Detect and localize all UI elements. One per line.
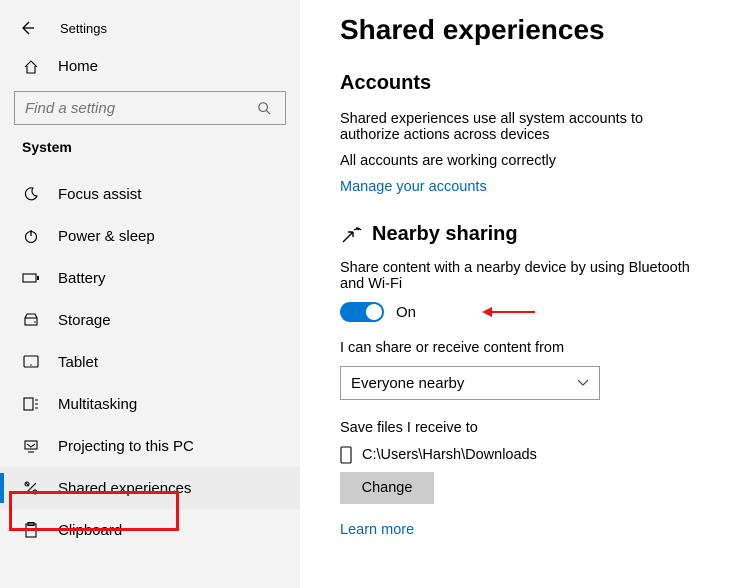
- nav-label: Clipboard: [58, 522, 122, 539]
- search-field[interactable]: [14, 91, 286, 125]
- receive-dropdown[interactable]: Everyone nearby: [340, 366, 600, 400]
- nearby-toggle-state: On: [396, 304, 416, 321]
- search-icon: [257, 101, 275, 115]
- battery-icon: [22, 272, 40, 284]
- search-input[interactable]: [25, 100, 257, 117]
- nav-battery[interactable]: Battery: [0, 257, 300, 299]
- home-icon: [22, 59, 40, 75]
- nav-home[interactable]: Home: [0, 48, 300, 85]
- accounts-status: All accounts are working correctly: [340, 153, 700, 169]
- nearby-heading: Nearby sharing: [372, 223, 518, 246]
- nav-projecting[interactable]: Projecting to this PC: [0, 425, 300, 467]
- accounts-heading: Accounts: [340, 72, 734, 95]
- nav-tablet[interactable]: Tablet: [0, 341, 300, 383]
- nav-home-label: Home: [58, 58, 98, 75]
- nav-storage[interactable]: Storage: [0, 299, 300, 341]
- device-icon: [340, 446, 354, 464]
- nav-label: Battery: [58, 270, 106, 287]
- receive-label: I can share or receive content from: [340, 340, 700, 356]
- change-button[interactable]: Change: [340, 472, 434, 504]
- project-icon: [22, 439, 40, 453]
- nav-label: Multitasking: [58, 396, 137, 413]
- save-path: C:\Users\Harsh\Downloads: [362, 447, 537, 463]
- annotation-red-arrow: [480, 305, 536, 319]
- multitasking-icon: [22, 397, 40, 411]
- nav-label: Power & sleep: [58, 228, 155, 245]
- nav-multitasking[interactable]: Multitasking: [0, 383, 300, 425]
- receive-selected: Everyone nearby: [351, 375, 464, 392]
- nav-label: Shared experiences: [58, 480, 191, 497]
- learn-more-link[interactable]: Learn more: [340, 522, 734, 538]
- tablet-icon: [22, 355, 40, 369]
- chevron-down-icon: [577, 379, 589, 387]
- nearby-toggle[interactable]: [340, 302, 384, 322]
- nav-focus-assist[interactable]: Focus assist: [0, 173, 300, 215]
- save-label: Save files I receive to: [340, 420, 700, 436]
- moon-icon: [22, 186, 40, 202]
- power-icon: [22, 228, 40, 244]
- nearby-desc: Share content with a nearby device by us…: [340, 260, 700, 292]
- manage-accounts-link[interactable]: Manage your accounts: [340, 179, 734, 195]
- nav-label: Tablet: [58, 354, 98, 371]
- nav-label: Focus assist: [58, 186, 141, 203]
- nearby-share-icon: [340, 225, 362, 245]
- clipboard-icon: [22, 522, 40, 538]
- category-heading: System: [0, 139, 300, 163]
- nav-power-sleep[interactable]: Power & sleep: [0, 215, 300, 257]
- nav-label: Storage: [58, 312, 111, 329]
- shared-icon: [22, 480, 40, 496]
- page-title: Shared experiences: [340, 14, 734, 46]
- nav-label: Projecting to this PC: [58, 438, 194, 455]
- window-title: Settings: [60, 21, 107, 36]
- nav-clipboard[interactable]: Clipboard: [0, 509, 300, 551]
- accounts-desc: Shared experiences use all system accoun…: [340, 111, 700, 143]
- storage-icon: [22, 312, 40, 328]
- back-button[interactable]: [16, 17, 38, 39]
- nav-shared-experiences[interactable]: Shared experiences: [0, 467, 300, 509]
